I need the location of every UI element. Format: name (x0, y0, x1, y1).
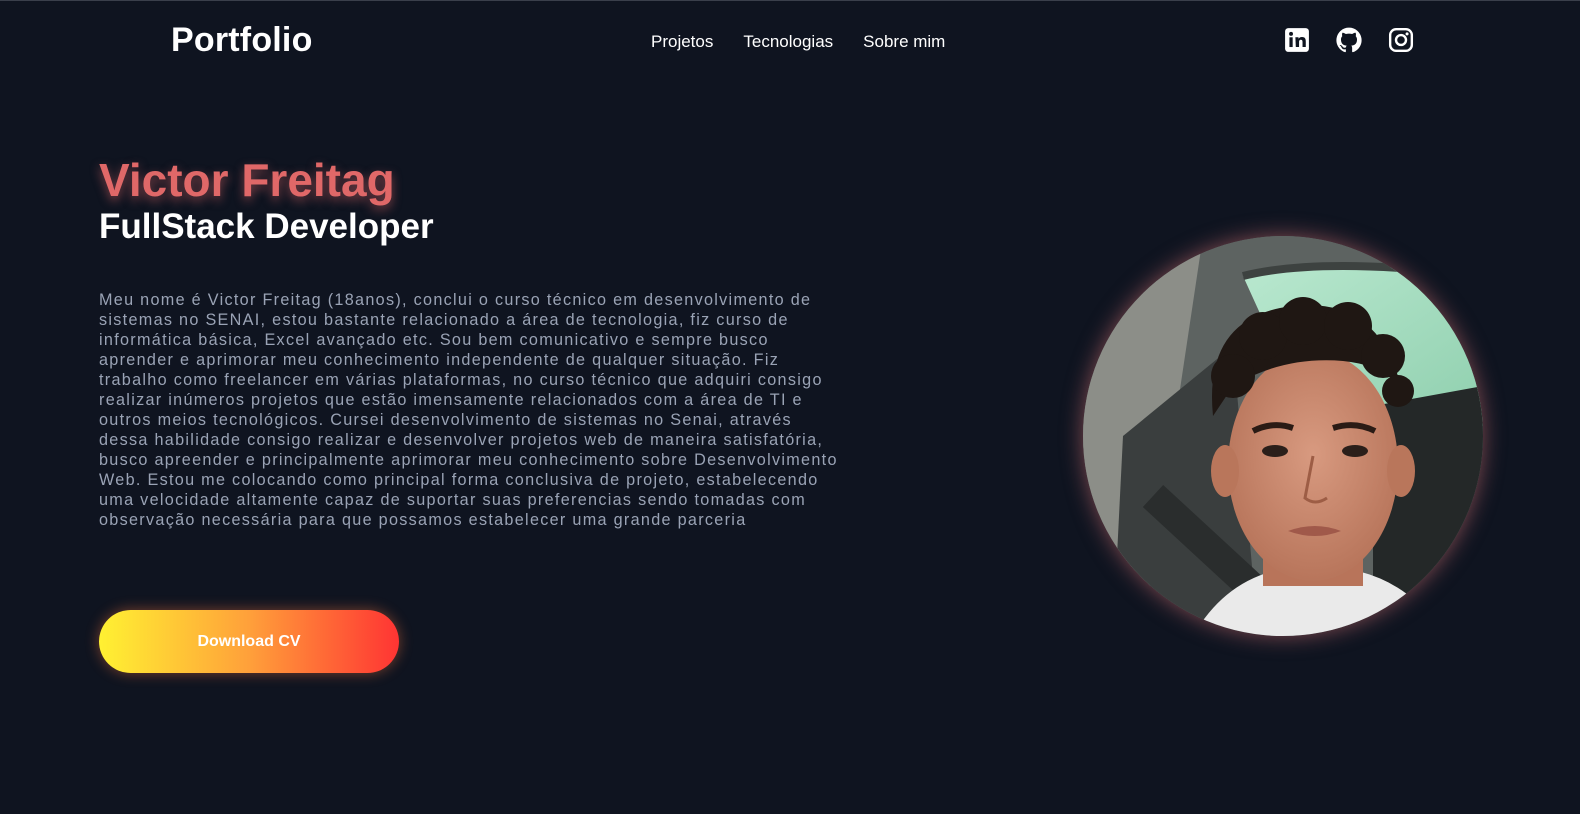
nav-link-tecnologias[interactable]: Tecnologias (743, 32, 833, 52)
instagram-icon[interactable] (1388, 27, 1414, 53)
github-icon[interactable] (1336, 27, 1362, 53)
hero-name: Victor Freitag (99, 154, 395, 206)
nav-link-projetos[interactable]: Projetos (651, 32, 713, 52)
brand-logo[interactable]: Portfolio (171, 21, 313, 60)
main-nav: Projetos Tecnologias Sobre mim (651, 32, 945, 52)
linkedin-icon[interactable] (1284, 27, 1310, 53)
top-navbar: Portfolio Projetos Tecnologias Sobre mim (0, 1, 1580, 85)
nav-link-sobre-mim[interactable]: Sobre mim (863, 32, 945, 52)
hero-role: FullStack Developer (99, 207, 434, 246)
social-links (1284, 27, 1414, 53)
profile-photo (1083, 236, 1483, 636)
hero-bio: Meu nome é Victor Freitag (18anos), conc… (99, 291, 838, 529)
download-cv-button[interactable]: Download CV (99, 610, 399, 673)
